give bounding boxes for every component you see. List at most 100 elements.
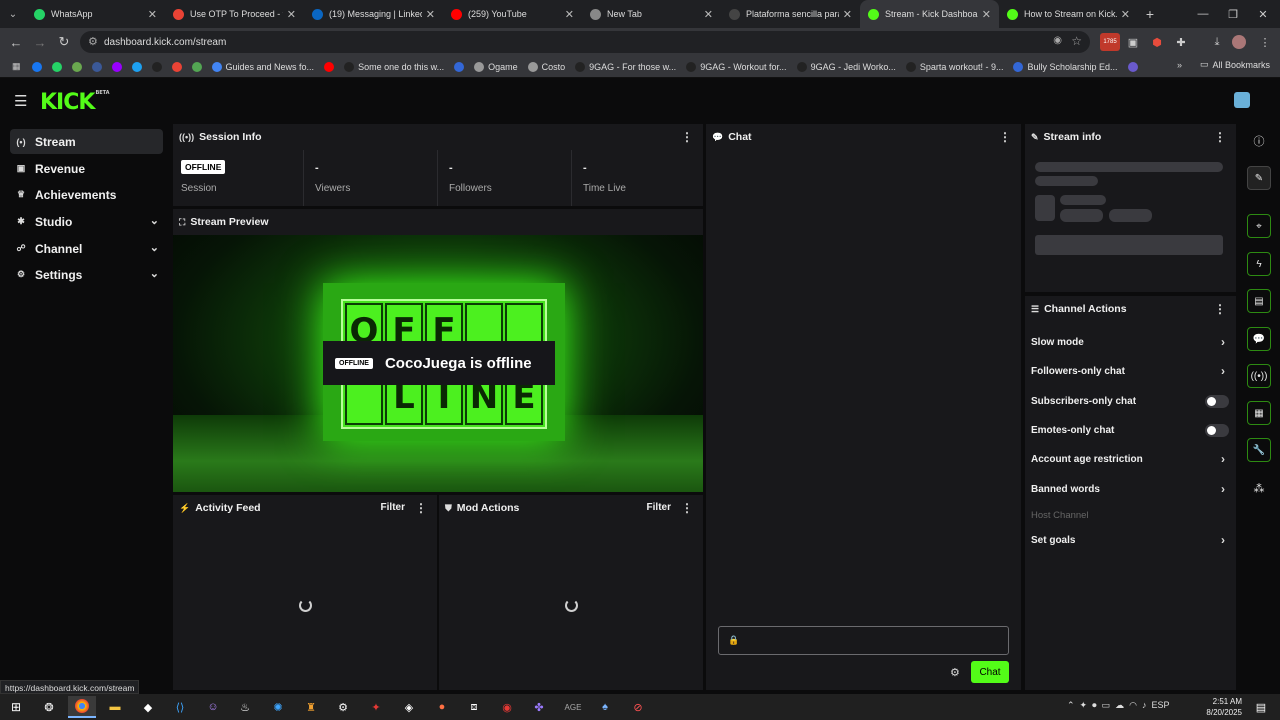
vscode-icon[interactable]: ⟨⟩ [172,699,188,715]
sidebar-item-achievements[interactable]: ♕ Achievements [10,182,163,207]
adblock-icon[interactable]: ⬢ [1148,33,1166,51]
channel-action-item[interactable]: Banned words › [1031,479,1231,499]
tab-close-icon[interactable]: ✕ [704,8,713,21]
reload-icon[interactable]: ↻ [52,34,76,50]
maximize-icon[interactable]: ❐ [1218,0,1248,28]
sidebar-item-settings[interactable]: ⚙ Settings ⌄ [10,262,163,287]
tab-close-icon[interactable]: ✕ [426,8,435,21]
windows-start-icon[interactable]: ⊞ [8,699,24,715]
add-widget-icon[interactable]: ⁂ [1250,479,1268,497]
steam-icon[interactable]: ♨ [237,699,253,715]
sidebar-item-stream[interactable]: (•) Stream [10,129,163,154]
chevron-down-icon[interactable]: ⌄ [150,267,159,280]
browser-tab[interactable]: (259) YouTube ✕ [443,0,582,28]
server-icon[interactable]: ▦ [1247,401,1271,425]
back-icon[interactable]: ← [4,35,28,50]
extension-badge[interactable]: 1785 [1100,33,1120,51]
browser-tab[interactable]: WhatsApp ✕ [26,0,165,28]
bookmark-item[interactable]: 9GAG - Workout for... [682,58,790,76]
user-avatar[interactable] [1234,92,1250,108]
app2-icon[interactable]: ◈ [401,699,417,715]
taskbar-clock[interactable]: 2:51 AM 8/20/2025 [1198,696,1242,718]
bookmark-item[interactable] [28,58,46,76]
channel-action-item[interactable]: Set goals › [1031,530,1231,550]
forward-icon[interactable]: → [28,35,52,50]
stream-info-menu-icon[interactable]: ⋮ [1214,130,1226,144]
all-bookmarks-button[interactable]: » ▭ All Bookmarks [1177,59,1270,70]
sidebar-item-revenue[interactable]: ▣ Revenue [10,156,163,181]
download-icon[interactable]: ⤓ [1208,33,1226,51]
bookmark-item[interactable] [1124,58,1142,76]
channel-action-item[interactable]: Account age restriction › [1031,449,1231,469]
maple-icon[interactable]: ✦ [368,699,384,715]
new-tab-button[interactable]: + [1138,6,1162,22]
chrome-taskbar-icon[interactable] [68,696,96,718]
wifi-icon[interactable]: ◠ [1129,700,1137,711]
globe-icon[interactable]: ❂ [41,699,57,715]
extensions-icon[interactable]: ✚ [1172,33,1190,51]
edit-icon[interactable]: ✎ [1247,166,1271,190]
chat-tool-icon[interactable]: 💬 [1247,327,1271,351]
profile-icon[interactable] [1232,35,1246,49]
app3-icon[interactable]: ● [434,699,450,715]
microphone-icon[interactable]: ⏺ [1092,700,1097,711]
discord-icon[interactable]: ☺ [205,699,221,715]
tab-close-icon[interactable]: ✕ [565,8,574,21]
battlenet-icon[interactable]: ✺ [270,699,286,715]
close-window-icon[interactable]: ✕ [1248,0,1278,28]
browser-tab[interactable]: How to Stream on Kick.co ✕ [999,0,1138,28]
notifications-icon[interactable]: ▤ [1253,699,1269,715]
toggle-switch[interactable] [1205,395,1229,408]
apps-icon[interactable]: ▦ [8,58,25,76]
sidebar-item-studio[interactable]: ✱ Studio ⌄ [10,209,163,234]
bookmark-item[interactable] [88,58,106,76]
mod-menu-icon[interactable]: ⋮ [681,501,693,515]
display-icon[interactable]: ▭ [1102,700,1111,711]
channel-action-item[interactable]: Subscribers-only chat [1031,391,1231,411]
activity-filter-button[interactable]: Filter [381,502,405,513]
scan-icon[interactable]: ⌖ [1247,214,1271,238]
channel-action-item[interactable]: Slow mode › [1031,332,1231,352]
bookmark-item[interactable]: Some one do this w... [340,58,448,76]
tab-close-icon[interactable]: ✕ [843,8,852,21]
bookmark-star-icon[interactable]: ☆ [1071,34,1082,48]
volume-icon[interactable]: ♪ [1142,700,1147,711]
cloud-icon[interactable]: ☁ [1115,700,1124,711]
chat-send-button[interactable]: Chat [971,661,1009,683]
app-icon[interactable]: ◆ [140,699,156,715]
chevron-down-icon[interactable]: ⌄ [150,241,159,254]
bookmark-item[interactable] [168,58,186,76]
wrench-icon[interactable]: 🔧 [1247,438,1271,462]
app4-icon[interactable]: ⧈ [466,699,482,715]
bookmark-item[interactable]: Costo [524,58,570,76]
bookmark-item[interactable] [450,58,468,76]
camera-icon[interactable]: ▣ [1124,33,1142,51]
bookmark-item[interactable] [108,58,126,76]
file-explorer-icon[interactable]: ▬ [107,699,123,715]
hamburger-menu-icon[interactable]: ☰ [14,92,27,110]
app7-icon[interactable]: ⊘ [630,699,646,715]
tab-close-icon[interactable]: ✕ [1121,8,1130,21]
chat-input[interactable]: 🔒 [718,626,1009,655]
age-icon[interactable]: AGE [561,699,585,715]
bookmark-item[interactable] [148,58,166,76]
clipboard-icon[interactable]: ▤ [1247,289,1271,313]
info-icon[interactable]: ⓘ [1250,132,1268,150]
chevron-down-icon[interactable]: ⌄ [150,214,159,227]
channel-action-item[interactable]: Emotes-only chat [1031,420,1231,440]
bookmark-item[interactable] [48,58,66,76]
app6-icon[interactable]: ♠ [597,699,613,715]
bolt-icon[interactable]: ϟ [1247,252,1271,276]
overflow-chevron-icon[interactable]: » [1177,60,1182,70]
tab-close-icon[interactable]: ✕ [982,8,991,21]
app5-icon[interactable]: ◉ [499,699,515,715]
mod-filter-button[interactable]: Filter [647,502,671,513]
browser-tab[interactable]: Stream - Kick Dashboard ✕ [860,0,999,28]
bookmark-item[interactable]: 9GAG - For those w... [571,58,680,76]
bookmark-item[interactable]: Sparta workout! - 9... [902,58,1008,76]
game-icon[interactable]: ♜ [303,699,319,715]
menu-kebab-icon[interactable]: ⋮ [1256,33,1274,51]
eye-off-icon[interactable]: ◉ [1053,35,1062,46]
bookmark-item[interactable]: 9GAG - Jedi Worko... [793,58,900,76]
bookmark-item[interactable] [68,58,86,76]
